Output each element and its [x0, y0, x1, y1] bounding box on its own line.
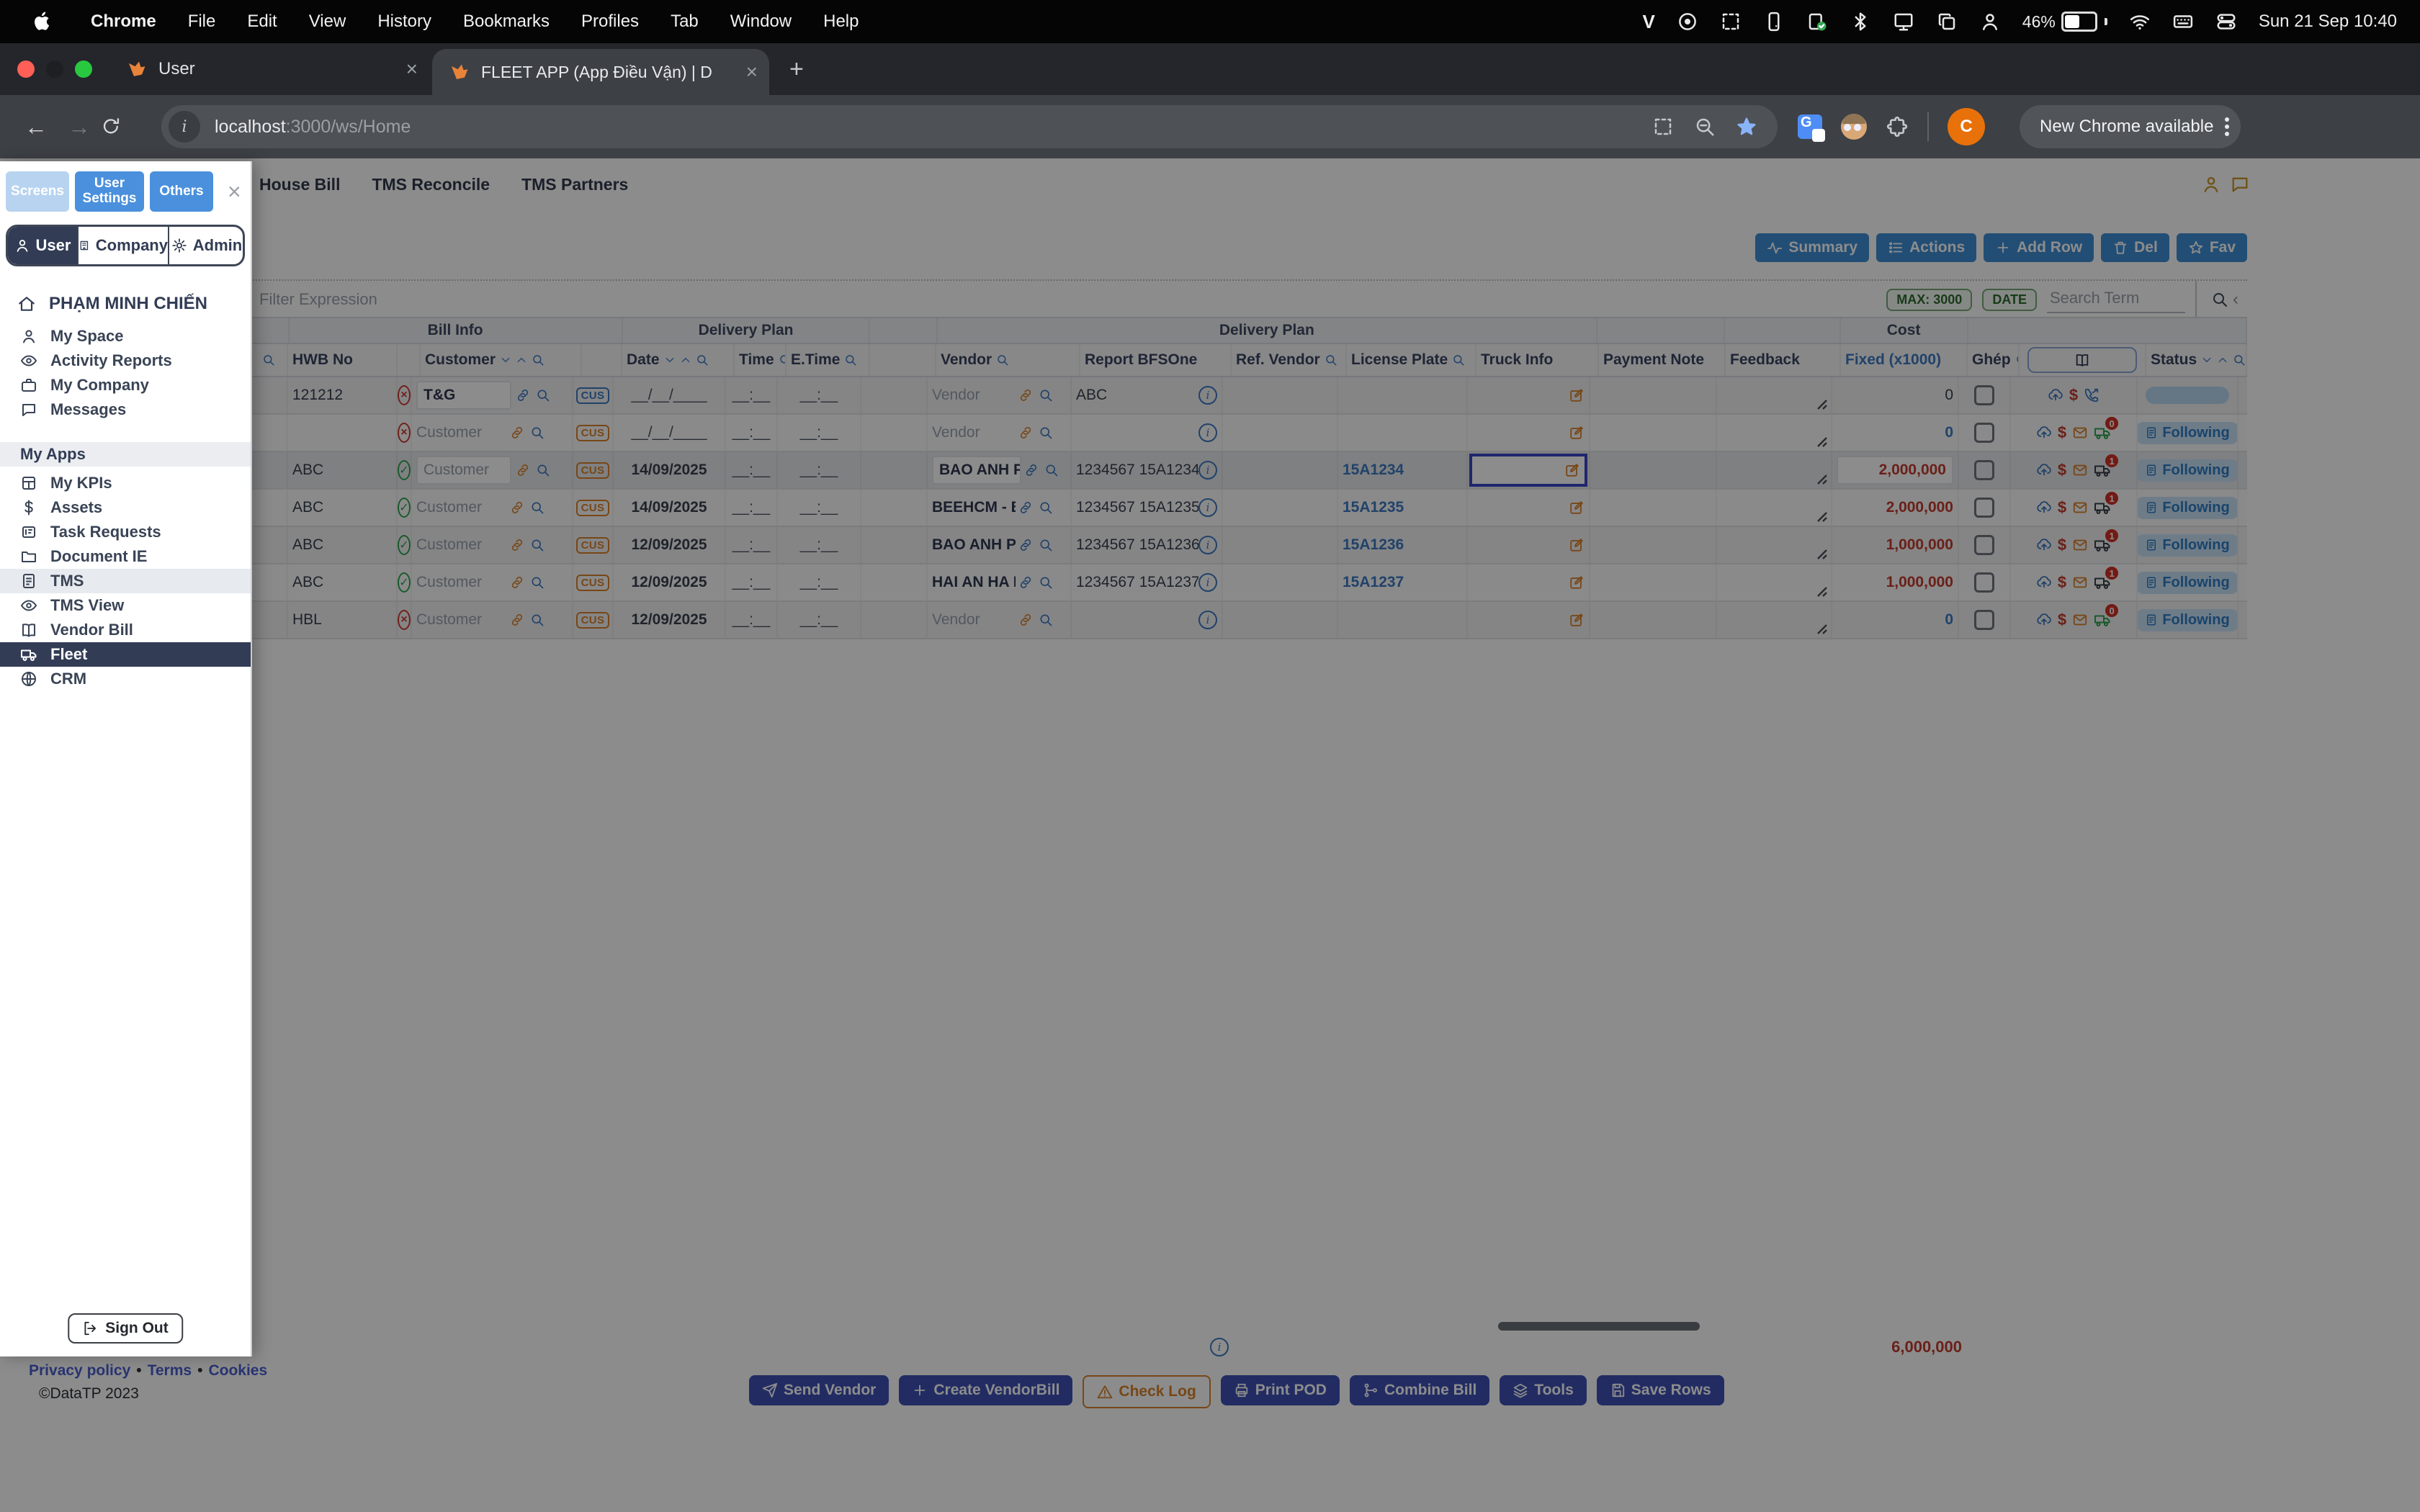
v-app-icon[interactable]: V	[1642, 11, 1654, 33]
display-icon[interactable]	[1893, 11, 1914, 32]
tab-title: User	[158, 59, 195, 79]
keyboard-icon[interactable]	[2172, 11, 2194, 32]
macos-menubar: ChromeFileEditViewHistoryBookmarksProfil…	[0, 0, 2420, 43]
update-label: New Chrome available	[2040, 117, 2213, 137]
forward-button[interactable]: →	[58, 114, 101, 140]
chrome-tabbar: User × FLEET APP (App Điều Vận) | D × +	[0, 43, 2420, 95]
minimize-window-button[interactable]	[46, 60, 63, 78]
my-apps-header: My Apps	[0, 442, 251, 467]
close-tab-icon[interactable]: ×	[392, 58, 432, 81]
reload-button[interactable]	[101, 117, 144, 137]
favicon	[449, 62, 470, 82]
menubar-status: V 46% Sun 21 Sep 10:40	[1642, 11, 2420, 33]
translate-icon[interactable]	[1652, 116, 1674, 138]
home-icon	[17, 294, 36, 313]
app-page: House BillTMS ReconcileTMS Partners Summ…	[0, 158, 2420, 1512]
sidebar-app-task-requests[interactable]: Task Requests	[0, 520, 251, 544]
panel-tab-screens[interactable]: Screens	[6, 171, 69, 212]
sidebar-item-my-company[interactable]: My Company	[0, 373, 251, 397]
menu-item-file[interactable]: File	[172, 12, 232, 32]
scope-tab-user[interactable]: User	[8, 227, 77, 264]
scope-tab-admin[interactable]: Admin	[168, 227, 244, 264]
divider	[1927, 112, 1929, 141]
chrome-update-button[interactable]: New Chrome available	[2020, 105, 2241, 148]
battery-percent: 46%	[2022, 12, 2056, 32]
menu-item-history[interactable]: History	[362, 12, 447, 32]
chrome-toolbar: ← → i localhost:3000/ws/Home C New Chrom…	[0, 95, 2420, 158]
sidebar-app-fleet[interactable]: Fleet	[0, 642, 251, 667]
control-center-icon[interactable]	[2215, 11, 2237, 32]
zoom-window-button[interactable]	[75, 60, 92, 78]
tab-fleet-app[interactable]: FLEET APP (App Điều Vận) | D ×	[432, 49, 769, 95]
sidebar-app-tms-view[interactable]: TMS View	[0, 593, 251, 618]
sidebar-app-crm[interactable]: CRM	[0, 667, 251, 691]
menu-item-view[interactable]: View	[293, 12, 362, 32]
stage-manager-icon[interactable]	[1936, 11, 1958, 32]
sidebar-app-my-kpis[interactable]: My KPIs	[0, 471, 251, 495]
modal-overlay[interactable]	[0, 158, 2420, 1512]
bluetooth-icon[interactable]	[1850, 11, 1871, 32]
user-side-panel: ScreensUser SettingsOthers× UserCompanyA…	[0, 161, 252, 1356]
sidebar-item-my-space[interactable]: My Space	[0, 324, 251, 348]
new-tab-button[interactable]: +	[789, 55, 804, 84]
shield-check-icon[interactable]	[1806, 11, 1828, 32]
user-name-row[interactable]: PHẠM MINH CHIẾN	[17, 289, 251, 318]
wifi-icon[interactable]	[2129, 11, 2151, 32]
tab-title: FLEET APP (App Điều Vận) | D	[481, 63, 735, 82]
menu-item-bookmarks[interactable]: Bookmarks	[447, 12, 565, 32]
url-text: localhost:3000/ws/Home	[215, 117, 411, 138]
record-icon[interactable]	[1677, 11, 1698, 32]
chrome-menu-icon[interactable]	[2225, 117, 2229, 136]
panel-tabs: ScreensUser SettingsOthers ×	[0, 161, 251, 212]
scope-segmented-control: UserCompanyAdmin	[6, 225, 245, 266]
sidebar-app-document-ie[interactable]: Document IE	[0, 544, 251, 569]
back-button[interactable]: ←	[14, 114, 58, 140]
user-name: PHẠM MINH CHIẾN	[49, 294, 207, 314]
sign-out-label: Sign Out	[105, 1320, 169, 1337]
close-window-button[interactable]	[17, 60, 35, 78]
scope-tab-company[interactable]: Company	[77, 227, 168, 264]
address-bar[interactable]: i localhost:3000/ws/Home	[161, 105, 1778, 148]
window-controls	[17, 60, 92, 78]
close-tab-icon[interactable]: ×	[746, 60, 758, 84]
menu-item-help[interactable]: Help	[807, 12, 874, 32]
battery-icon	[2061, 12, 2097, 32]
sidebar-app-vendor-bill[interactable]: Vendor Bill	[0, 618, 251, 642]
tab-user[interactable]: User ×	[112, 58, 432, 81]
sidebar-app-assets[interactable]: Assets	[0, 495, 251, 520]
panel-tab-user-settings[interactable]: User Settings	[75, 171, 144, 212]
menu-item-window[interactable]: Window	[714, 12, 807, 32]
sidebar-item-messages[interactable]: Messages	[0, 397, 251, 422]
menubar-clock[interactable]: Sun 21 Sep 10:40	[2259, 12, 2397, 32]
profile-avatar[interactable]: C	[1948, 108, 1985, 145]
screen: ChromeFileEditViewHistoryBookmarksProfil…	[0, 0, 2420, 1512]
apple-icon[interactable]	[29, 9, 55, 35]
battery-indicator[interactable]: 46%	[2022, 12, 2107, 32]
site-info-icon[interactable]: i	[169, 111, 200, 143]
close-panel-icon[interactable]: ×	[228, 179, 241, 205]
phone-mirroring-icon[interactable]	[1763, 11, 1785, 32]
fast-user-switch-icon[interactable]	[1979, 11, 2001, 32]
menu-item-tab[interactable]: Tab	[655, 12, 714, 32]
sidebar-item-activity-reports[interactable]: Activity Reports	[0, 348, 251, 373]
profile-memoji-icon[interactable]	[1841, 114, 1867, 140]
favicon	[127, 59, 147, 79]
bookmark-star-icon[interactable]	[1736, 116, 1757, 138]
menu-item-profiles[interactable]: Profiles	[565, 12, 655, 32]
sign-out-icon	[82, 1320, 98, 1336]
sign-out-button[interactable]: Sign Out	[68, 1313, 183, 1344]
menu-item-chrome[interactable]: Chrome	[75, 12, 172, 32]
screenshot-icon[interactable]	[1720, 11, 1742, 32]
sidebar-app-tms[interactable]: TMS	[0, 569, 251, 593]
menu-item-edit[interactable]: Edit	[231, 12, 292, 32]
panel-tab-others[interactable]: Others	[150, 171, 213, 212]
extensions-puzzle-icon[interactable]	[1886, 115, 1909, 138]
zoom-out-icon[interactable]	[1694, 116, 1716, 138]
translate-extension-icon[interactable]	[1798, 114, 1822, 139]
